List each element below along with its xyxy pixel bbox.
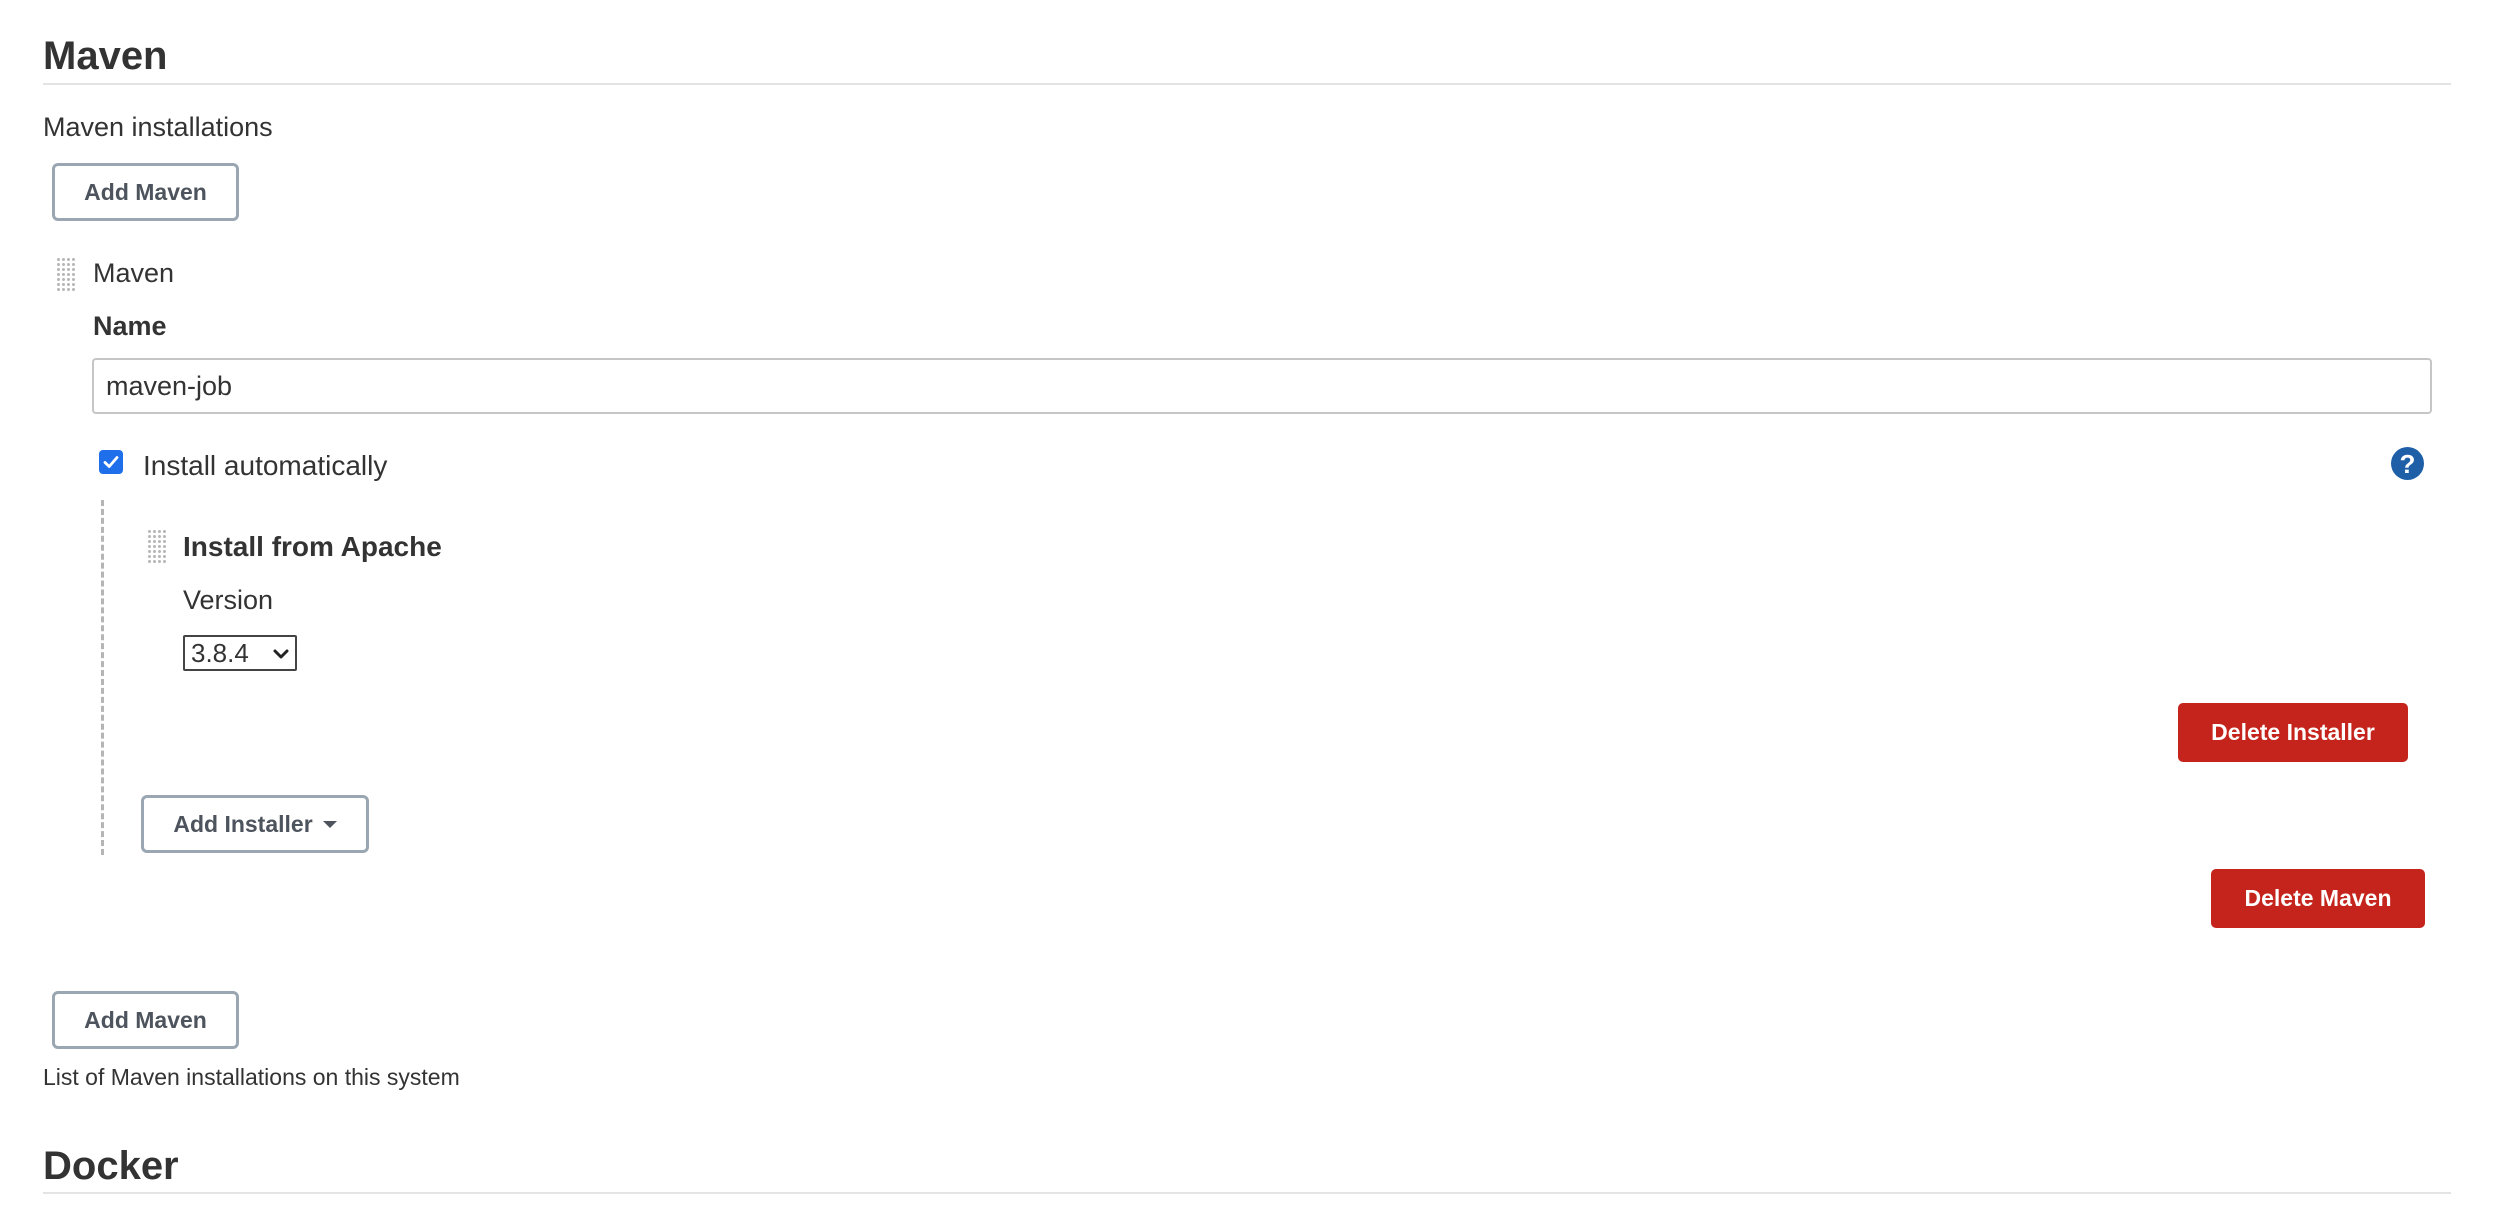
version-select[interactable]: 3.8.4 (183, 635, 297, 671)
add-installer-button[interactable]: Add Installer (141, 795, 369, 853)
add-installer-label: Add Installer (173, 810, 313, 837)
caret-down-icon (322, 820, 337, 828)
tools-configuration-page: Maven Maven installations Add Maven Mave… (0, 0, 2500, 1222)
delete-installer-button[interactable]: Delete Installer (2178, 703, 2408, 762)
maven-item-drag-handle-icon[interactable] (56, 257, 76, 293)
maven-item-header: Maven (93, 258, 175, 288)
install-automatically-label[interactable]: Install automatically (143, 452, 387, 480)
install-automatically-checkbox[interactable] (99, 450, 123, 474)
chevron-down-icon (273, 649, 289, 659)
installer-title: Install from Apache (183, 531, 442, 562)
maven-section-divider (43, 83, 2451, 85)
docker-section-divider (43, 1192, 2451, 1194)
installer-drag-handle-icon[interactable] (147, 529, 167, 565)
installer-block-rail (101, 500, 104, 855)
add-maven-button-bottom[interactable]: Add Maven (52, 991, 239, 1049)
maven-installations-description: List of Maven installations on this syst… (43, 1064, 460, 1090)
help-icon[interactable]: ? (2391, 447, 2424, 480)
version-selected-value: 3.8.4 (191, 637, 249, 668)
add-maven-button-top[interactable]: Add Maven (52, 163, 239, 221)
maven-installations-label: Maven installations (43, 112, 273, 142)
delete-maven-button[interactable]: Delete Maven (2211, 869, 2425, 928)
docker-section-title: Docker (43, 1144, 179, 1188)
name-input[interactable] (92, 358, 2432, 414)
maven-section-title: Maven (43, 34, 168, 78)
name-field-label: Name (93, 311, 167, 341)
version-label: Version (183, 585, 274, 615)
checkmark-icon (103, 456, 119, 468)
